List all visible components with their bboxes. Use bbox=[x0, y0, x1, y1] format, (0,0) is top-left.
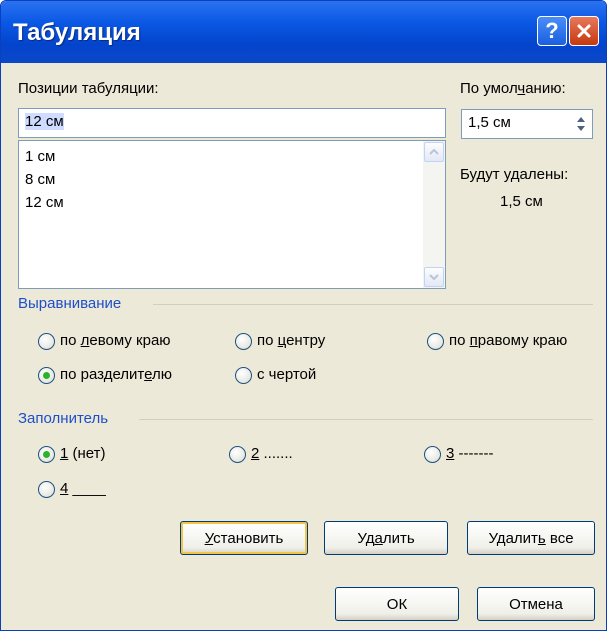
align-center-radio[interactable] bbox=[235, 333, 252, 350]
leader-dashes-radio[interactable] bbox=[424, 446, 441, 463]
ok-button[interactable]: ОК bbox=[335, 587, 459, 621]
list-item[interactable]: 1 см bbox=[25, 148, 55, 165]
positions-list[interactable]: 1 см 8 см 12 см bbox=[18, 140, 446, 289]
position-input-value: 12 см bbox=[25, 113, 64, 130]
scroll-down-button[interactable] bbox=[424, 267, 444, 287]
list-scrollbar[interactable] bbox=[423, 141, 445, 288]
help-button[interactable]: ? bbox=[537, 16, 567, 46]
alignment-group-title: Выравнивание bbox=[18, 295, 122, 312]
chevron-down-icon bbox=[429, 274, 439, 281]
spin-down-icon[interactable] bbox=[576, 125, 586, 132]
align-decimal-radio[interactable] bbox=[38, 367, 55, 384]
leader-underline-label[interactable]: 4 ____ bbox=[60, 480, 106, 497]
list-item[interactable]: 12 см bbox=[25, 194, 64, 211]
align-bar-label[interactable]: с чертой bbox=[257, 366, 316, 383]
dialog-title: Табуляция bbox=[13, 19, 141, 46]
default-stops-label: По умолчанию: bbox=[460, 80, 566, 97]
align-left-label[interactable]: по левому краю bbox=[60, 332, 171, 349]
alignment-divider bbox=[153, 304, 593, 305]
positions-label: Позиции табуляции: bbox=[18, 80, 159, 97]
align-center-label[interactable]: по центру bbox=[257, 332, 325, 349]
leader-dots-radio[interactable] bbox=[229, 446, 246, 463]
leader-group-title: Заполнитель bbox=[18, 410, 109, 427]
spin-up-icon[interactable] bbox=[576, 116, 586, 123]
align-right-label[interactable]: по правому краю bbox=[449, 332, 567, 349]
align-decimal-label[interactable]: по разделителю bbox=[60, 366, 172, 383]
align-left-radio[interactable] bbox=[38, 333, 55, 350]
remove-label: Будут удалены: bbox=[460, 166, 569, 183]
default-stops-spinner[interactable] bbox=[571, 111, 591, 137]
position-input[interactable]: 12 см bbox=[18, 108, 446, 138]
title-bar[interactable]: Табуляция ? bbox=[1, 1, 606, 63]
align-right-radio[interactable] bbox=[427, 333, 444, 350]
cancel-button[interactable]: Отмена bbox=[477, 587, 595, 621]
remove-value: 1,5 см bbox=[500, 193, 543, 210]
leader-none-label[interactable]: 1 (нет) bbox=[60, 445, 106, 462]
chevron-up-icon bbox=[429, 148, 439, 155]
leader-underline-radio[interactable] bbox=[38, 481, 55, 498]
leader-none-radio[interactable] bbox=[38, 446, 55, 463]
leader-dots-label[interactable]: 2 ....... bbox=[251, 445, 293, 462]
question-icon: ? bbox=[545, 18, 559, 43]
delete-all-button[interactable]: Удалить все bbox=[467, 521, 595, 555]
scroll-up-button[interactable] bbox=[424, 142, 444, 162]
default-stops-value: 1,5 см bbox=[468, 114, 511, 131]
close-button[interactable] bbox=[569, 16, 599, 46]
align-bar-radio[interactable] bbox=[235, 367, 252, 384]
leader-dashes-label[interactable]: 3 ------- bbox=[446, 445, 493, 462]
delete-button[interactable]: Удалить bbox=[324, 521, 448, 555]
set-button[interactable]: Установить bbox=[180, 521, 308, 555]
tabs-dialog: Табуляция ? Позиции табуляции: 12 см 1 с… bbox=[0, 0, 607, 631]
close-icon bbox=[577, 24, 591, 38]
list-item[interactable]: 8 см bbox=[25, 171, 55, 188]
leader-divider bbox=[139, 419, 593, 420]
